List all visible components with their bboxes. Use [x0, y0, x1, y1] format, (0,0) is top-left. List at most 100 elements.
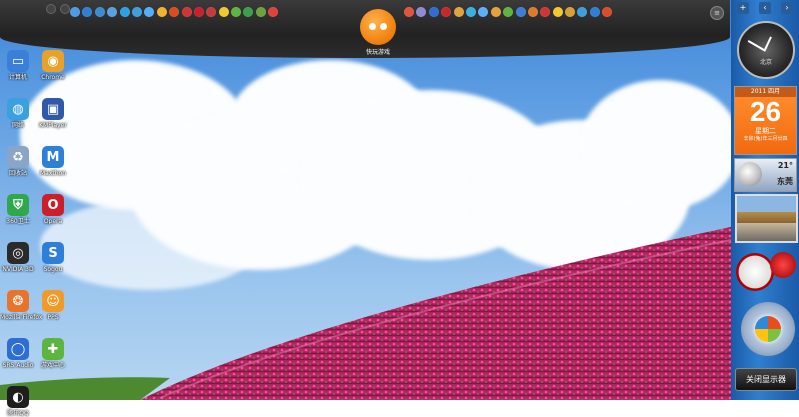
- hour-hand: [764, 36, 772, 50]
- video-icon[interactable]: [181, 7, 192, 17]
- apps-icon[interactable]: [94, 7, 105, 17]
- opera-icon: O: [42, 194, 64, 216]
- media-icon[interactable]: [169, 7, 180, 17]
- desktop-icon-label: 360卫士: [6, 218, 30, 225]
- fish-icon[interactable]: [527, 7, 538, 17]
- desktop-icon-label: Chrome: [41, 74, 65, 81]
- red-circle-icon[interactable]: [441, 7, 452, 17]
- clock-gadget[interactable]: 北京: [737, 21, 795, 79]
- image-icon[interactable]: [243, 7, 254, 17]
- desktop-icon-label: Sogou: [43, 266, 63, 273]
- desktop-icon-maxthon[interactable]: M Maxthon: [35, 146, 71, 177]
- windows-logo-icon[interactable]: [755, 316, 781, 342]
- bird-icon[interactable]: [515, 7, 526, 17]
- toolbar-menu-button[interactable]: ≡: [710, 6, 724, 20]
- smile-icon[interactable]: [552, 7, 563, 17]
- close-dot[interactable]: [60, 4, 70, 14]
- toolbar-left-group: [70, 7, 279, 17]
- desktop-icon-computer[interactable]: ▭ 计算机: [0, 50, 36, 81]
- pps-icon: ☺: [42, 290, 64, 312]
- moon-icon: [738, 162, 762, 186]
- monitor-icon[interactable]: [107, 7, 118, 17]
- game-center-icon: ✚: [42, 338, 64, 360]
- close-display-button[interactable]: 关闭显示器: [735, 368, 797, 391]
- cpu-meter-gadget[interactable]: [736, 253, 774, 291]
- app-dock-gadget[interactable]: [741, 302, 795, 356]
- desktop-icon-qq[interactable]: ◐ 腾讯QQ: [0, 386, 36, 417]
- bubble-icon[interactable]: [144, 7, 155, 17]
- recycle-bin-icon: ♻: [7, 146, 29, 168]
- calendar-day: 26: [749, 96, 782, 127]
- qvod-icon[interactable]: [428, 7, 439, 17]
- desktop-icon-game-center[interactable]: ✚ 游戏中心: [35, 338, 71, 369]
- mushroom-icon-2[interactable]: [540, 7, 551, 17]
- sogou-icon: S: [42, 242, 64, 264]
- flower-icon[interactable]: [565, 7, 576, 17]
- desktop-icon-label: 腾讯QQ: [7, 410, 29, 417]
- sidebar-controls: + ‹ ›: [737, 2, 793, 16]
- desktop-icon-kmplayer[interactable]: ▣ KMPlayer: [35, 98, 71, 129]
- quick-launch-toolbar: 快玩游戏 ≡: [0, 0, 730, 58]
- security-guard-icon: ⛨: [7, 194, 29, 216]
- star-icon[interactable]: [218, 7, 229, 17]
- box-icon[interactable]: [416, 7, 427, 17]
- calendar-weekday: 星期二: [755, 127, 776, 135]
- srs-audio-icon: ◯: [7, 338, 29, 360]
- mail-icon[interactable]: [268, 7, 279, 17]
- calendar-body: 26 星期二 辛卯(兔)年三月廿四: [735, 97, 796, 154]
- logo-label: 快玩游戏: [365, 49, 390, 56]
- desktop-icon-label: 游戏中心: [40, 362, 65, 369]
- ppstream-icon[interactable]: [131, 7, 142, 17]
- desktop-icon-opera[interactable]: O Opera: [35, 194, 71, 225]
- desktop-icon-network[interactable]: ◍ 网络: [0, 98, 36, 129]
- desktop-icon-label: KMPlayer: [39, 122, 67, 129]
- qq-icon: ◐: [7, 386, 29, 408]
- desktop-icon-label: 网络: [11, 122, 24, 129]
- firefox-icon: ❂: [7, 290, 29, 312]
- chrome-icon[interactable]: [156, 7, 167, 17]
- minimize-dot[interactable]: [46, 4, 56, 14]
- opera-icon[interactable]: [193, 7, 204, 17]
- ie-icon[interactable]: [82, 7, 93, 17]
- desktop-icon-recycle-bin[interactable]: ♻ 回收站: [0, 146, 36, 177]
- desktop-icon-label: PPS: [47, 314, 59, 321]
- sidebar-prev-button[interactable]: ‹: [759, 2, 771, 14]
- compass-icon[interactable]: [577, 7, 588, 17]
- mushroom-icon[interactable]: [206, 7, 217, 17]
- rocket-icon[interactable]: [490, 7, 501, 17]
- desktop-icon-sogou[interactable]: S Sogou: [35, 242, 71, 273]
- desktop-icon-nvidia[interactable]: ◎ NVIDIA 3D: [0, 242, 36, 273]
- sidebar-next-button[interactable]: ›: [781, 2, 793, 14]
- game-icon[interactable]: [453, 7, 464, 17]
- window-controls: [46, 4, 70, 14]
- toolbar-right-group: [404, 7, 613, 17]
- blue-icon[interactable]: [589, 7, 600, 17]
- slideshow-gadget[interactable]: [735, 194, 798, 243]
- window-icon-2[interactable]: [255, 7, 266, 17]
- music-icon[interactable]: [478, 7, 489, 17]
- calendar-gadget[interactable]: 2011 四月 26 星期二 辛卯(兔)年三月廿四: [734, 86, 797, 155]
- leaf-icon[interactable]: [231, 7, 242, 17]
- kmplayer-icon: ▣: [42, 98, 64, 120]
- window-icon[interactable]: [70, 7, 80, 17]
- kuaiwan-logo-icon[interactable]: [360, 9, 396, 45]
- desktop-icon-label: 计算机: [8, 74, 27, 81]
- thunder-icon[interactable]: [404, 7, 414, 17]
- play-icon[interactable]: [465, 7, 476, 17]
- minute-hand: [747, 40, 766, 52]
- sidebar-add-button[interactable]: +: [737, 2, 749, 14]
- flower-hill: [0, 225, 741, 400]
- qq-music-icon[interactable]: [119, 7, 130, 17]
- desktop-icon-security-guard[interactable]: ⛨ 360卫士: [0, 194, 36, 225]
- desktop-icon-label: Opera: [43, 218, 63, 225]
- desktop-icon-firefox[interactable]: ❂ Mozilla Firefox: [0, 290, 42, 321]
- weather-gadget[interactable]: 21° 东莞: [734, 158, 797, 192]
- desktop-icon-pps[interactable]: ☺ PPS: [35, 290, 71, 321]
- maxthon-icon: M: [42, 146, 64, 168]
- desktop-icon-label: Maxthon: [39, 170, 67, 177]
- shield-icon[interactable]: [503, 7, 514, 17]
- nvidia-icon: ◎: [7, 242, 29, 264]
- desktop-icon-chrome[interactable]: ◉ Chrome: [35, 50, 71, 81]
- tiger-icon[interactable]: [602, 7, 613, 17]
- desktop-icon-srs-audio[interactable]: ◯ SRS Audio: [0, 338, 36, 369]
